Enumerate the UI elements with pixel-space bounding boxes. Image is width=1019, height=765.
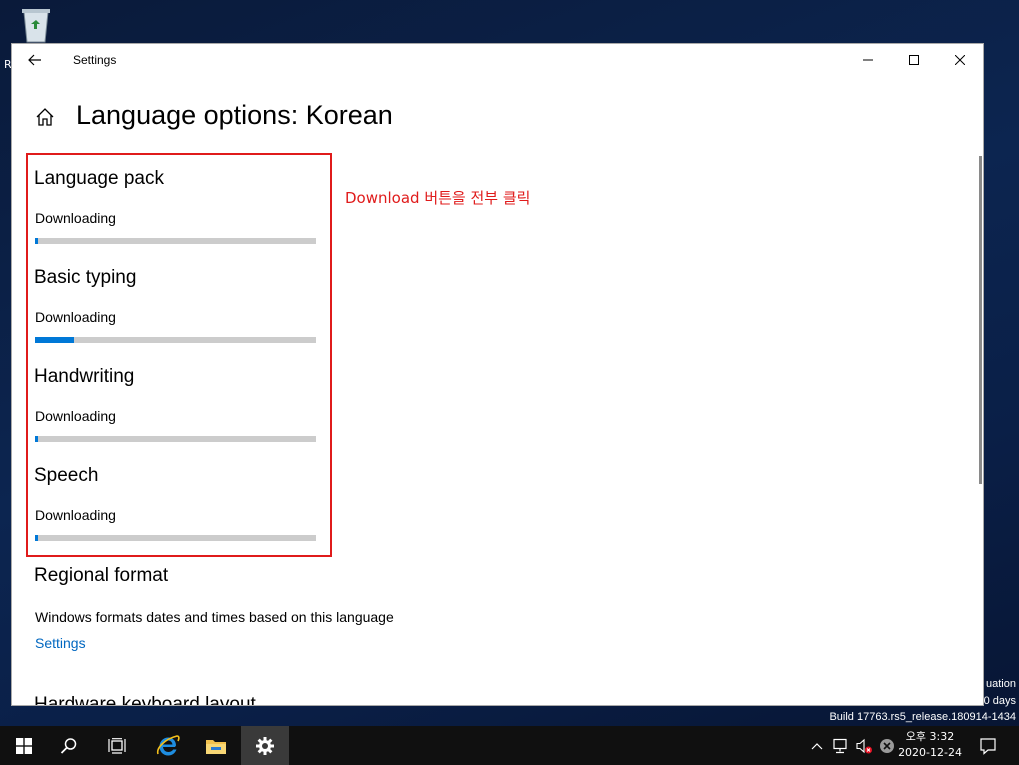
close-button[interactable] xyxy=(937,44,983,76)
section-heading: Handwriting xyxy=(34,366,135,387)
section-heading: Speech xyxy=(34,465,99,486)
clock-time: 오후 3:32 xyxy=(905,730,955,743)
clock-date: 2020-12-24 xyxy=(898,746,962,759)
maximize-button[interactable] xyxy=(891,44,937,76)
file-explorer-icon xyxy=(206,739,226,754)
window-title: Settings xyxy=(73,53,117,67)
system-clock[interactable]: 오후 3:32 2020-12-24 xyxy=(898,729,962,761)
section-language-pack: Language pack Downloading xyxy=(34,168,324,244)
settings-taskbar-button[interactable] xyxy=(241,726,289,765)
search-icon xyxy=(60,737,77,754)
error-notification-icon[interactable] xyxy=(878,737,896,755)
section-handwriting: Handwriting Downloading xyxy=(34,366,324,442)
internet-explorer-icon xyxy=(156,734,180,755)
download-status: Downloading xyxy=(35,210,116,226)
regional-format-heading: Regional format xyxy=(34,565,169,586)
download-status: Downloading xyxy=(35,408,116,424)
page-title: Language options: Korean xyxy=(76,100,393,130)
download-progress-bar xyxy=(35,436,316,442)
search-button[interactable] xyxy=(45,726,93,765)
progress-fill xyxy=(35,436,38,442)
minimize-icon xyxy=(863,59,873,61)
file-explorer-button[interactable] xyxy=(192,726,240,765)
download-progress-bar xyxy=(35,238,316,244)
volume-muted-icon[interactable] xyxy=(855,737,873,755)
back-button[interactable] xyxy=(18,46,52,74)
watermark-line-2: 0 days xyxy=(983,695,1016,707)
maximize-icon xyxy=(909,55,919,65)
watermark-line-1: uation xyxy=(986,678,1016,690)
title-bar: Settings xyxy=(12,44,983,76)
network-icon[interactable] xyxy=(831,737,849,755)
chevron-up-icon[interactable] xyxy=(808,737,826,755)
start-button[interactable] xyxy=(0,726,48,765)
arrow-left-icon xyxy=(28,54,41,66)
annotation-text: Download 버튼을 전부 클릭 xyxy=(345,189,531,207)
taskbar: 오후 3:32 2020-12-24 xyxy=(0,726,1019,765)
minimize-button[interactable] xyxy=(845,44,891,76)
download-status: Downloading xyxy=(35,309,116,325)
scrollbar[interactable] xyxy=(979,156,982,484)
close-icon xyxy=(955,55,965,65)
windows-logo-icon xyxy=(16,737,32,754)
progress-fill xyxy=(35,535,38,541)
section-heading: Language pack xyxy=(34,168,164,189)
download-status: Downloading xyxy=(35,507,116,523)
hardware-keyboard-heading: Hardware keyboard layout xyxy=(34,694,256,706)
settings-window: Settings Language options: Korean Downlo… xyxy=(11,43,984,706)
recycle-bin-icon[interactable] xyxy=(14,4,58,44)
internet-explorer-button[interactable] xyxy=(144,726,192,765)
action-center-icon[interactable] xyxy=(979,737,997,755)
section-heading: Basic typing xyxy=(34,267,137,288)
section-basic-typing: Basic typing Downloading xyxy=(34,267,324,343)
regional-settings-link[interactable]: Settings xyxy=(35,635,86,651)
build-watermark: Build 17763.rs5_release.180914-1434 xyxy=(829,711,1016,723)
progress-fill xyxy=(35,238,38,244)
task-view-button[interactable] xyxy=(93,726,141,765)
section-speech: Speech Downloading xyxy=(34,465,324,541)
download-progress-bar xyxy=(35,337,316,343)
download-progress-bar xyxy=(35,535,316,541)
progress-fill xyxy=(35,337,75,343)
regional-format-description: Windows formats dates and times based on… xyxy=(35,609,394,625)
settings-icon xyxy=(256,736,274,755)
task-view-icon xyxy=(108,737,126,754)
home-icon[interactable] xyxy=(34,106,56,128)
